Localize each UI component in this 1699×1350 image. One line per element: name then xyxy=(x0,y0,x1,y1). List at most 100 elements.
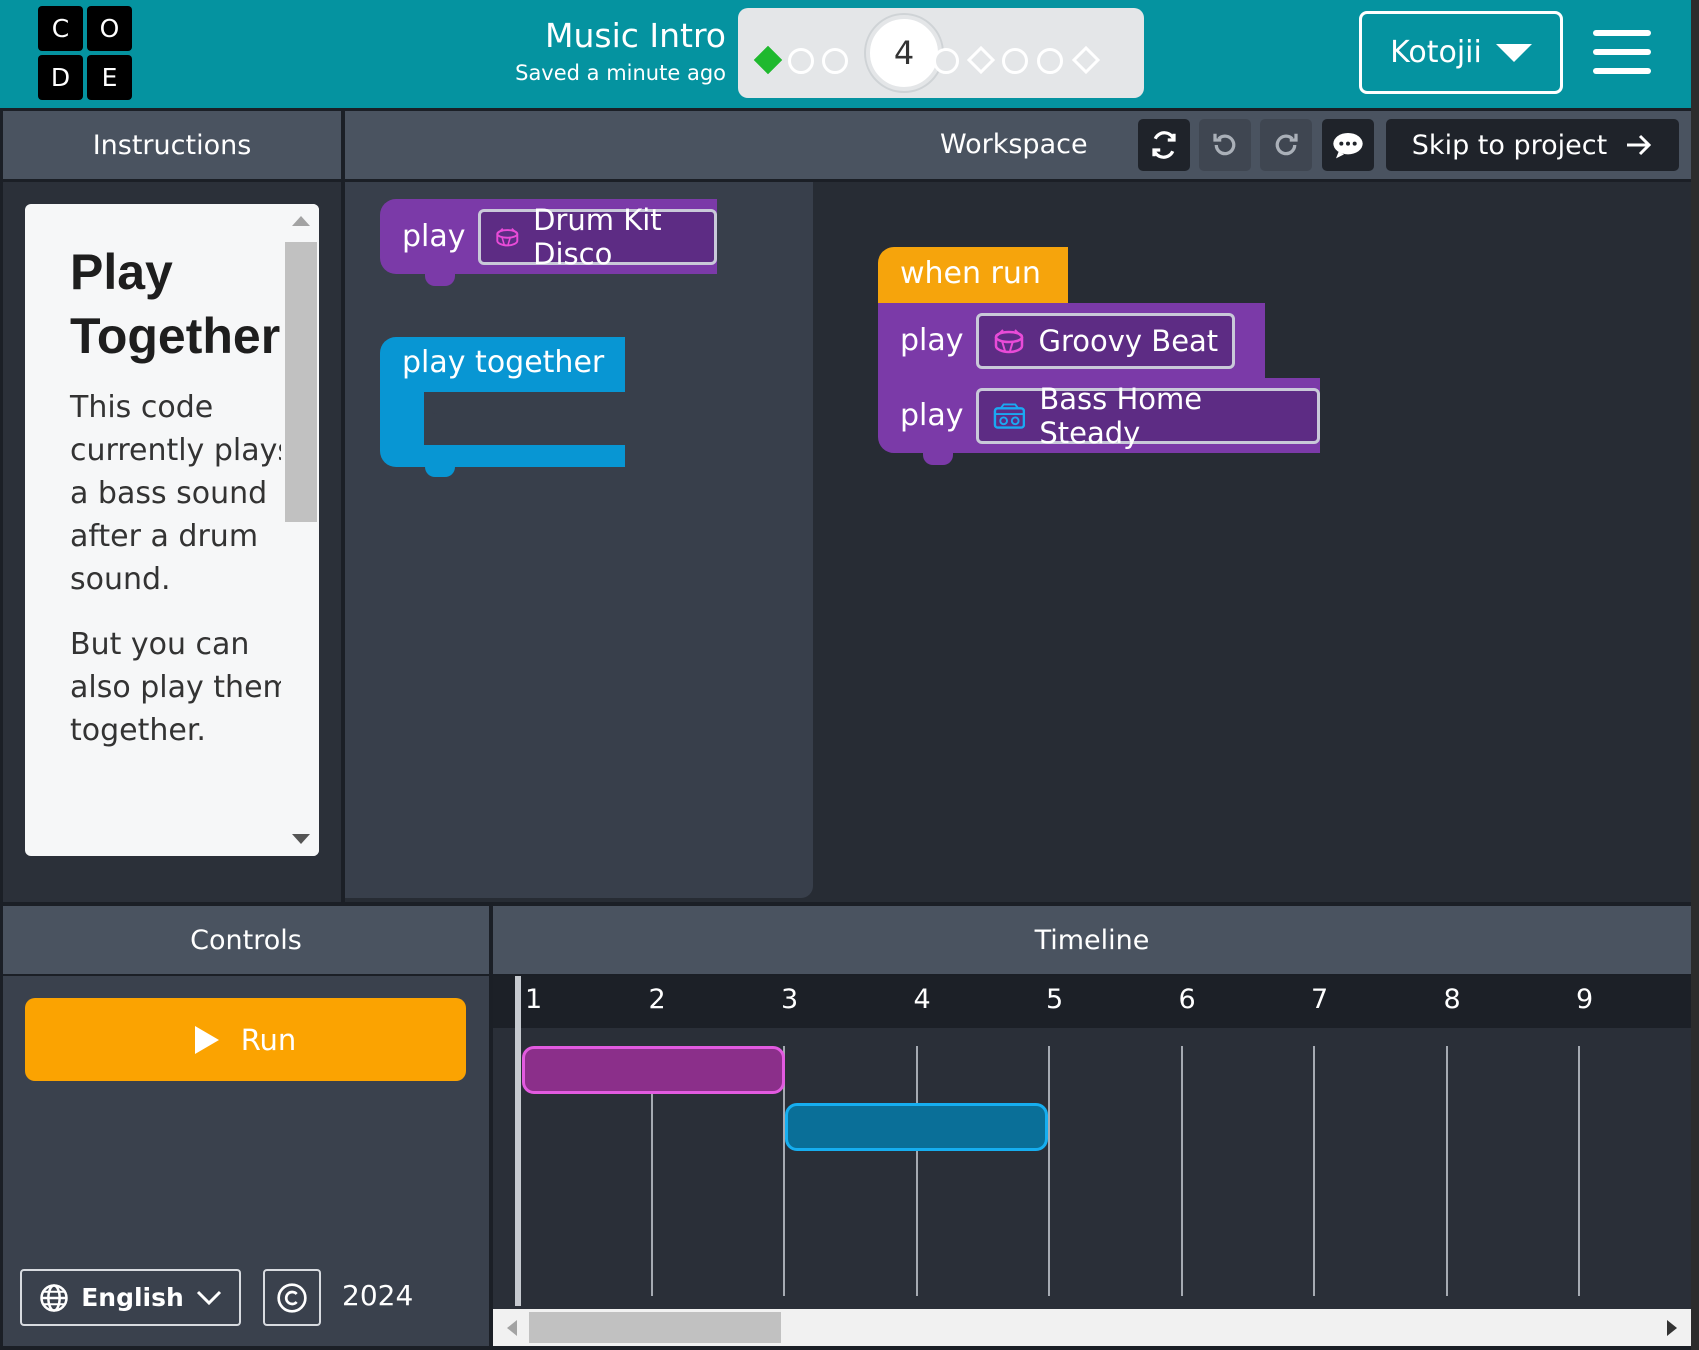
instructions-paragraph: This code currently plays a bass sound a… xyxy=(70,390,293,597)
logo-letter: O xyxy=(87,6,132,51)
instructions-heading: Play Together xyxy=(70,244,281,364)
copyright-icon xyxy=(277,1282,307,1313)
program-play-block[interactable]: play Groovy Beat xyxy=(878,303,1265,378)
toolbox-play-block[interactable]: play Drum Kit Disco xyxy=(380,199,717,286)
comment-button[interactable] xyxy=(1322,119,1374,171)
timeline-panel[interactable]: 1 2 3 4 5 6 7 8 9 xyxy=(493,976,1691,1346)
timeline-clip[interactable] xyxy=(522,1046,785,1094)
play-together-label: play together xyxy=(402,345,605,380)
sound-dropdown[interactable]: Groovy Beat xyxy=(975,312,1236,369)
chevron-down-icon xyxy=(196,1290,221,1305)
sound-name: Groovy Beat xyxy=(1038,323,1219,358)
skip-label: Skip to project xyxy=(1411,129,1608,161)
level-9-diamond[interactable] xyxy=(1071,45,1101,75)
code-org-logo[interactable]: C O D E xyxy=(38,6,132,100)
block-notch xyxy=(425,274,455,286)
timeline-measure-number: 7 xyxy=(1311,984,1329,1015)
run-label: Run xyxy=(240,1022,297,1057)
block-notch xyxy=(923,453,953,465)
skip-to-project-button[interactable]: Skip to project xyxy=(1386,119,1679,171)
lesson-title[interactable]: Music Intro xyxy=(515,16,726,56)
copyright-button[interactable] xyxy=(263,1269,321,1326)
block-toolbox: play Drum Kit Disco play together xyxy=(345,182,813,898)
level-2-dot[interactable] xyxy=(788,48,814,74)
redo-button[interactable] xyxy=(1260,119,1312,171)
play-block-label: play xyxy=(402,219,466,254)
timeline-gridline xyxy=(1048,1046,1050,1296)
timeline-gridline xyxy=(1578,1046,1580,1296)
timeline-measure-number: 3 xyxy=(781,984,799,1015)
program-play-block[interactable]: play Bass Home Steady xyxy=(878,378,1320,465)
scroll-down-arrow-icon[interactable] xyxy=(292,834,310,844)
workspace-canvas[interactable]: play Drum Kit Disco play together when r… xyxy=(345,182,1691,902)
hamburger-menu-icon[interactable] xyxy=(1593,30,1651,74)
timeline-gridline xyxy=(1180,1046,1183,1296)
undo-icon xyxy=(1213,133,1236,156)
language-selector[interactable]: English xyxy=(20,1269,241,1326)
sound-name: Bass Home Steady xyxy=(1039,381,1203,450)
level-7-dot[interactable] xyxy=(1002,48,1028,74)
playhead[interactable] xyxy=(515,976,521,1306)
header-bar: C O D E Music Intro Saved a minute ago 4… xyxy=(0,0,1699,108)
workspace-header-label: Workspace xyxy=(940,129,1088,160)
sound-dropdown[interactable]: Drum Kit Disco xyxy=(477,203,717,271)
run-button[interactable]: Run xyxy=(25,998,466,1081)
copyright-year: 2024 xyxy=(342,1279,414,1312)
sound-name: Drum Kit Disco xyxy=(533,202,662,271)
instructions-scrollbar[interactable] xyxy=(281,204,319,856)
timeline-gridline xyxy=(915,1046,918,1296)
toolbox-play-together-block[interactable]: play together xyxy=(380,337,625,477)
undo-button[interactable] xyxy=(1199,119,1251,171)
lesson-title-block: Music Intro Saved a minute ago xyxy=(515,16,726,88)
timeline-ruler[interactable]: 1 2 3 4 5 6 7 8 9 xyxy=(493,976,1691,1028)
instructions-header: Instructions xyxy=(3,111,341,179)
play-block-label: play xyxy=(900,398,964,433)
timeline-measure-number: 4 xyxy=(913,984,931,1015)
timeline-measure-number: 1 xyxy=(525,984,543,1015)
timeline-gridline xyxy=(1445,1046,1448,1296)
timeline-measure-number: 2 xyxy=(648,984,666,1015)
user-name: Kotojii xyxy=(1390,35,1482,70)
instructions-panel: Play Together This code currently plays … xyxy=(3,182,341,902)
play-block-label: play xyxy=(900,323,964,358)
timeline-header: Timeline xyxy=(493,906,1691,974)
timeline-scrollbar[interactable] xyxy=(493,1309,1691,1346)
instructions-scroll-thumb[interactable] xyxy=(285,242,317,522)
comment-icon xyxy=(1333,133,1363,159)
caret-down-icon xyxy=(1495,43,1532,62)
arrow-right-icon xyxy=(1627,134,1652,156)
level-3-dot[interactable] xyxy=(822,48,848,74)
when-run-block[interactable]: when run xyxy=(878,247,1068,303)
scroll-left-arrow-icon[interactable] xyxy=(507,1320,517,1336)
sound-dropdown[interactable]: Bass Home Steady xyxy=(975,382,1320,450)
scroll-up-arrow-icon[interactable] xyxy=(292,216,310,226)
radio-icon xyxy=(993,402,1025,429)
globe-icon xyxy=(40,1283,68,1312)
controls-header-label: Controls xyxy=(190,924,302,956)
level-5-dot[interactable] xyxy=(933,48,959,74)
refresh-button[interactable] xyxy=(1138,119,1190,171)
controls-header: Controls xyxy=(3,906,489,974)
level-1-diamond[interactable] xyxy=(753,45,783,75)
level-8-dot[interactable] xyxy=(1037,48,1063,74)
scroll-right-arrow-icon[interactable] xyxy=(1667,1320,1677,1336)
window-edge xyxy=(1691,0,1699,1350)
timeline-measure-number: 9 xyxy=(1576,984,1594,1015)
timeline-measure-number: 8 xyxy=(1443,984,1461,1015)
timeline-scroll-thumb[interactable] xyxy=(529,1312,781,1343)
timeline-clip[interactable] xyxy=(785,1103,1048,1151)
drum-icon xyxy=(994,328,1023,353)
level-6-diamond[interactable] xyxy=(966,45,996,75)
refresh-icon xyxy=(1152,131,1176,159)
language-value: English xyxy=(81,1283,184,1312)
logo-letter: C xyxy=(38,6,83,51)
level-progress: 4 xyxy=(738,8,1144,98)
workspace-header: Workspace Skip to project xyxy=(345,111,1691,179)
logo-letter: E xyxy=(87,55,132,100)
instructions-card: Play Together This code currently plays … xyxy=(25,204,319,856)
logo-letter: D xyxy=(38,55,83,100)
current-level-bubble[interactable]: 4 xyxy=(866,15,942,91)
instructions-header-label: Instructions xyxy=(92,129,252,161)
timeline-header-label: Timeline xyxy=(1034,924,1150,956)
user-menu-button[interactable]: Kotojii xyxy=(1359,11,1563,94)
